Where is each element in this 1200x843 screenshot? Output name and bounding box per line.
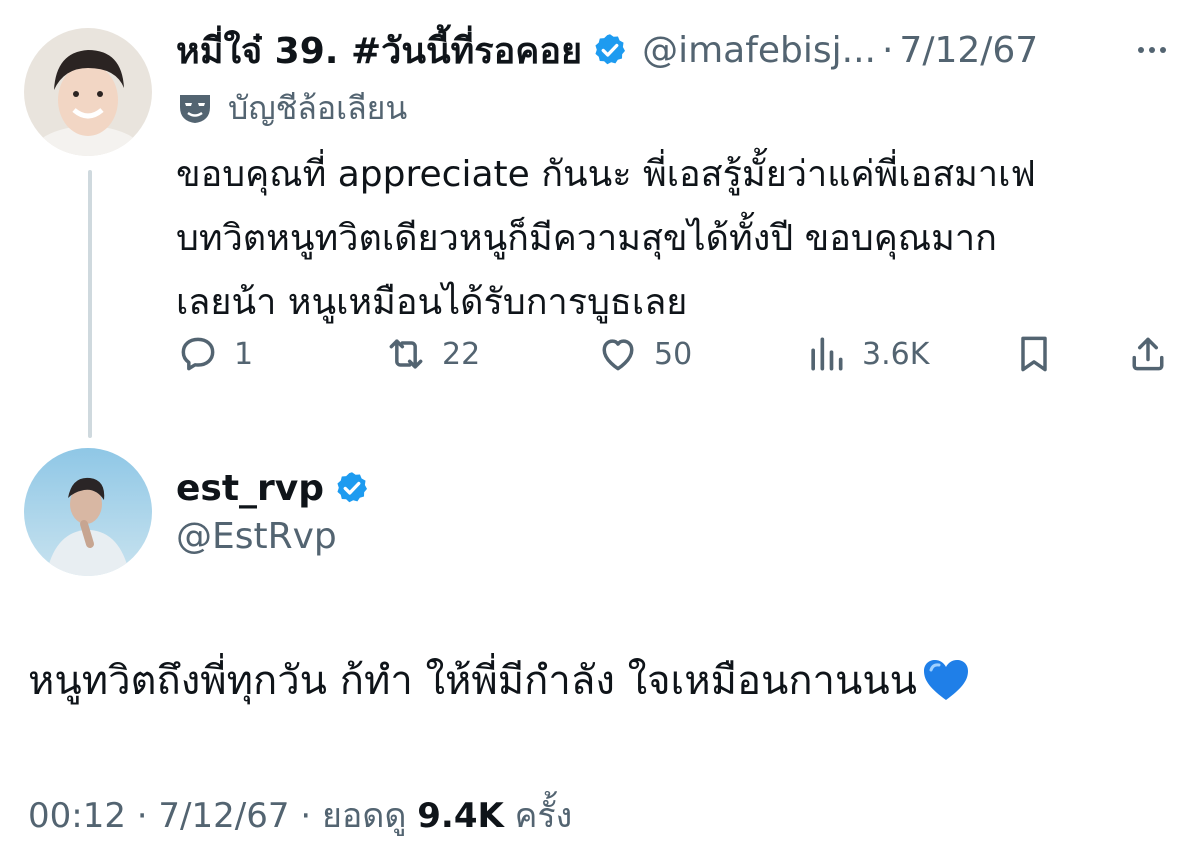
parody-account-label: บัญชีล้อเลียน bbox=[176, 84, 407, 132]
views-bars-icon bbox=[811, 337, 843, 371]
main-display-name[interactable]: est_rvp bbox=[176, 468, 324, 509]
reply-display-name[interactable]: หมี่ใจ๋ 39. #วันนี้ที่รอคอย bbox=[176, 22, 582, 79]
bookmark-icon bbox=[1021, 336, 1047, 372]
reply-text-line: ขอบคุณที่ appreciate กันนะ พี่เอสรู้มั้ย… bbox=[176, 154, 1036, 195]
heart-outline-icon bbox=[602, 339, 634, 371]
main-author-name-row: est_rvp bbox=[176, 462, 370, 514]
share-button[interactable] bbox=[1126, 326, 1184, 382]
tweet-meta: 00:12 · 7/12/67 · ยอดดู 9.4K ครั้ง bbox=[28, 788, 572, 842]
verified-badge-icon bbox=[595, 34, 626, 65]
reply-handle[interactable]: @imafebisj... bbox=[642, 30, 876, 71]
like-count: 50 bbox=[654, 336, 693, 372]
tweet-view-count: 9.4K bbox=[417, 796, 504, 836]
reply-bubble-icon bbox=[181, 337, 215, 371]
tweet-time[interactable]: 00:12 bbox=[28, 796, 126, 836]
reply-date[interactable]: 7/12/67 bbox=[899, 30, 1038, 71]
reply-text-line: บทวิตหนูทวิตเดียวหนูก็มีความสุขได้ทั้งปี… bbox=[176, 218, 997, 259]
main-author-avatar[interactable] bbox=[24, 448, 152, 576]
meta-separator: · bbox=[300, 796, 312, 836]
views-suffix: ครั้ง bbox=[514, 796, 573, 836]
repost-count: 22 bbox=[442, 336, 481, 372]
reply-tweet-text: ขอบคุณที่ appreciate กันนะ พี่เอสรู้มั้ย… bbox=[176, 143, 1166, 335]
repost-arrows-icon bbox=[389, 339, 423, 369]
reply-action-bar: 1 22 50 3.6K bbox=[176, 326, 1170, 382]
reply-header: หมี่ใจ๋ 39. #วันนี้ที่รอคอย @imafebisj..… bbox=[176, 22, 1172, 78]
tweet-date[interactable]: 7/12/67 bbox=[158, 796, 289, 836]
main-handle[interactable]: @EstRvp bbox=[176, 516, 337, 557]
main-tweet-text: หนูทวิตถึงพี่ทุกวัน ก้ทำ ให้พี่มีกำลัง ใ… bbox=[28, 648, 971, 712]
views-prefix: ยอดดู bbox=[321, 796, 407, 836]
share-upload-icon bbox=[1132, 337, 1164, 371]
separator-dot: · bbox=[881, 29, 894, 71]
repost-button[interactable]: 22 bbox=[384, 326, 480, 382]
reply-button[interactable]: 1 bbox=[176, 326, 253, 382]
main-tweet-text-content: หนูทวิตถึงพี่ทุกวัน ก้ทำ ให้พี่มีกำลัง ใ… bbox=[28, 658, 918, 704]
reply-count: 1 bbox=[234, 336, 254, 372]
more-dots-icon[interactable] bbox=[1132, 30, 1172, 70]
parody-label-text: บัญชีล้อเลียน bbox=[228, 88, 408, 127]
verified-badge-icon bbox=[337, 472, 368, 503]
views-count: 3.6K bbox=[862, 336, 930, 372]
views-button[interactable]: 3.6K bbox=[804, 326, 929, 382]
like-button[interactable]: 50 bbox=[596, 326, 692, 382]
thread-connector-line bbox=[88, 170, 92, 438]
blue-heart-emoji bbox=[924, 660, 969, 700]
meta-separator: · bbox=[136, 796, 148, 836]
parody-mask-icon bbox=[180, 95, 210, 123]
bookmark-button[interactable] bbox=[1012, 326, 1070, 382]
reply-author-avatar[interactable] bbox=[24, 28, 152, 156]
